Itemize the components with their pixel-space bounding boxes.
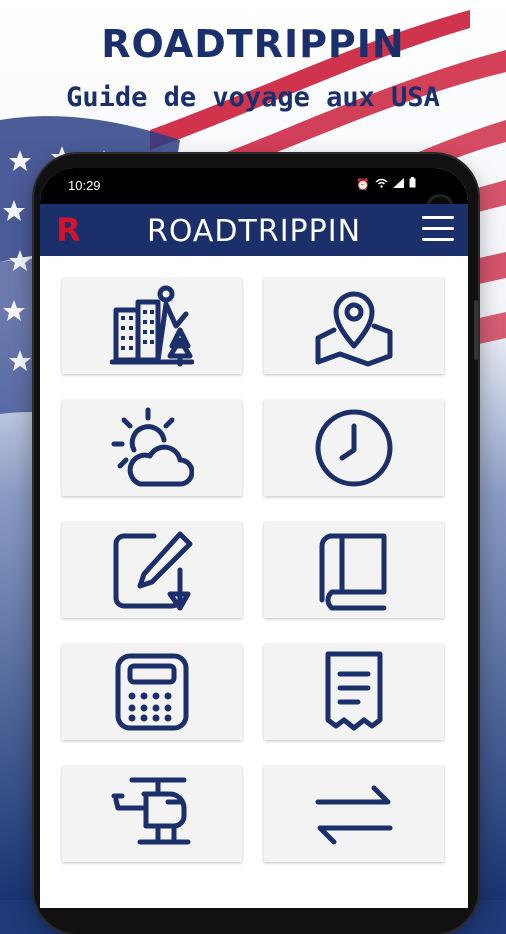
receipt-icon: [325, 651, 383, 731]
menu-line: [422, 216, 454, 219]
book-icon: [319, 533, 387, 611]
tile-notes[interactable]: [62, 522, 242, 618]
menu-line: [422, 238, 454, 241]
edit-note-icon: [113, 531, 193, 611]
tile-converter[interactable]: [264, 766, 444, 862]
promo-subtitle: Guide de voyage aux USA: [66, 82, 440, 113]
menu-line: [422, 227, 454, 230]
tile-weather[interactable]: [62, 400, 242, 496]
weather-icon: [111, 407, 194, 487]
tile-calculator[interactable]: [62, 644, 242, 740]
swap-arrows-icon: [315, 785, 393, 845]
status-time: 10:29: [68, 178, 101, 193]
promo-title: ROADTRIPPIN: [101, 22, 405, 66]
status-bar: 10:29 ⏰: [40, 168, 468, 204]
city-icon: [110, 285, 194, 367]
helicopter-icon: [111, 777, 191, 845]
hamburger-menu-button[interactable]: [422, 216, 454, 244]
app-bar: R ROADTRIPPIN: [40, 204, 468, 256]
wifi-icon: [375, 178, 388, 191]
map-pin-icon: [315, 291, 393, 367]
battery-icon: [409, 177, 416, 191]
calculator-icon: [115, 653, 189, 731]
signal-icon: [393, 177, 404, 191]
app-title: ROADTRIPPIN: [146, 214, 362, 249]
tile-expenses[interactable]: [264, 644, 444, 740]
tile-guide-book[interactable]: [264, 522, 444, 618]
clock-icon: [315, 409, 393, 487]
app-screen: 10:29 ⏰ R ROADTRIPPIN: [40, 168, 468, 908]
tile-map[interactable]: [264, 278, 444, 374]
tile-cities[interactable]: [62, 278, 242, 374]
tile-tours[interactable]: [62, 766, 242, 862]
status-icons: ⏰: [356, 177, 416, 191]
alarm-icon: ⏰: [356, 177, 370, 191]
phone-side-button: [474, 300, 478, 360]
tile-clock[interactable]: [264, 400, 444, 496]
